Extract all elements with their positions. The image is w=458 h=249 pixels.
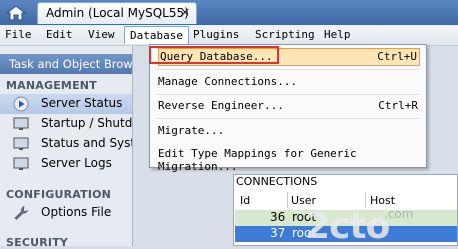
section-management: MANAGEMENT [6,79,97,92]
sidebar-item-label: Status and System Variables [41,136,132,150]
menu-view[interactable]: View [88,28,115,41]
wrench-icon [14,206,29,220]
section-security: SECURITY [6,236,69,249]
tab-bar: Admin (Local MySQL55) × [0,0,458,25]
column-header-id[interactable]: Id [240,194,250,207]
cell-id: 36 [270,210,286,224]
menu-scripting[interactable]: Scripting [255,28,315,41]
sidebar-item-label: Startup / Shutdown [41,116,132,130]
monitor-icon [13,137,29,150]
cell-id: 37 [270,226,286,240]
menu-item-label: Manage Connections... [158,75,298,88]
menu-edit[interactable]: Edit [46,28,73,41]
menu-item-manage-connections[interactable]: Manage Connections... [158,73,420,91]
menu-database[interactable]: Database [124,26,189,44]
annotation-highlight-box [149,46,279,64]
sidebar-header: Task and Object Browser [0,54,132,74]
menu-separator [156,94,420,95]
play-circle-icon [13,96,29,112]
column-divider [287,192,288,208]
sidebar: Task and Object Browser MANAGEMENT Serve… [0,46,133,249]
menu-item-reverse-engineer[interactable]: Reverse Engineer... Ctrl+R [158,97,420,115]
watermark-sub: .com [384,207,414,221]
tab-admin[interactable]: Admin (Local MySQL55) × [37,2,197,24]
sidebar-item-label: Server Logs [41,156,112,170]
menu-item-label: Reverse Engineer... [158,99,284,112]
tab-title: Admin (Local MySQL55) [46,6,189,20]
menu-file[interactable]: File [5,28,32,41]
sidebar-item-options-file[interactable]: Options File [0,203,132,223]
monitor-icon [13,157,29,170]
menu-separator [156,118,420,119]
menu-help[interactable]: Help [324,28,351,41]
menu-item-shortcut: Ctrl+R [378,99,418,112]
sidebar-item-status-variables[interactable]: Status and System Variables [0,134,132,154]
section-configuration: CONFIGURATION [6,188,112,201]
menu-bar: File Edit View Database Plugins Scriptin… [0,25,458,46]
menu-item-label: Edit Type Mappings for Generic Migration… [158,147,357,173]
menu-item-edit-type-mappings[interactable]: Edit Type Mappings for Generic Migration… [158,145,420,173]
watermark: 2cto [305,206,390,247]
sidebar-item-server-logs[interactable]: Server Logs [0,154,132,174]
menu-item-label: Migrate... [158,124,225,137]
sidebar-item-startup-shutdown[interactable]: Startup / Shutdown [0,114,132,134]
connections-title: CONNECTIONS [236,175,318,188]
menu-separator [156,69,420,70]
menu-item-migrate[interactable]: Migrate... [158,122,420,140]
menu-item-shortcut: Ctrl+U [377,50,417,63]
sidebar-item-server-status[interactable]: Server Status [0,94,132,114]
sidebar-item-label: Options File [41,205,112,219]
menu-plugins[interactable]: Plugins [193,28,239,41]
monitor-icon [13,117,29,130]
close-tab-icon[interactable]: × [180,5,190,19]
sidebar-item-label: Server Status [41,96,123,110]
home-icon[interactable] [3,3,29,22]
